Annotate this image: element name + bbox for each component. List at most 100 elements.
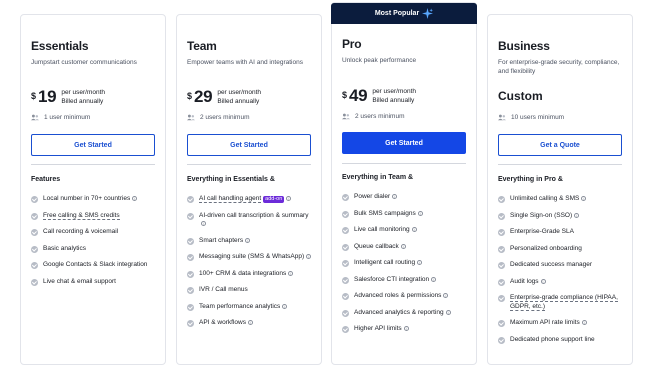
info-icon[interactable]: i xyxy=(574,212,580,218)
feature-item: Enterprise-grade compliance (HIPAA, GDPR… xyxy=(498,294,626,311)
user-minimum: 1 user minimum xyxy=(31,114,90,121)
info-icon[interactable]: i xyxy=(306,254,312,259)
feature-text: Enterprise-Grade SLA xyxy=(510,228,574,235)
feature-text[interactable]: Enterprise-grade compliance (HIPAA, GDPR… xyxy=(510,294,618,311)
feature-text-wrap: Smart chapters i xyxy=(199,237,251,246)
price-meta: per user/month Billed annually xyxy=(217,89,261,106)
check-icon xyxy=(498,196,505,203)
check-icon xyxy=(187,212,194,220)
check-icon xyxy=(187,270,194,278)
get-a-quote-button[interactable]: Get a Quote xyxy=(498,134,622,156)
feature-text-wrap: IVR / Call menus xyxy=(199,286,248,295)
info-icon[interactable]: i xyxy=(417,210,423,216)
info-icon[interactable]: i xyxy=(581,320,587,325)
feature-text: Local number in 70+ countries xyxy=(43,195,131,202)
divider xyxy=(187,164,311,165)
feature-text-wrap: Call recording & voicemail xyxy=(43,228,118,237)
feature-text-wrap: Audit logs i xyxy=(510,278,546,287)
check-icon xyxy=(187,254,194,261)
check-icon xyxy=(342,293,349,300)
check-icon xyxy=(498,320,505,327)
feature-item: AI-driven call transcription & summary i xyxy=(187,212,315,229)
billing-period: Billed annually xyxy=(217,97,260,105)
info-icon[interactable]: i xyxy=(411,227,417,232)
feature-text: Messaging suite (SMS & WhatsApp) xyxy=(199,253,305,260)
feature-text: Salesforce CTI integration xyxy=(354,275,430,283)
users-icon xyxy=(31,114,39,121)
feature-item: Higher API limits i xyxy=(342,325,470,334)
info-icon[interactable]: i xyxy=(445,309,451,315)
check-icon xyxy=(342,309,349,317)
feature-text[interactable]: Free calling & SMS credits xyxy=(43,211,120,220)
check-icon xyxy=(187,237,194,245)
info-icon[interactable]: i xyxy=(282,303,288,309)
check-icon xyxy=(342,194,349,201)
user-minimum: 10 users minimum xyxy=(498,114,564,121)
feature-item: Bulk SMS campaigns i xyxy=(342,210,470,219)
info-icon[interactable]: i xyxy=(443,293,449,298)
info-icon[interactable]: i xyxy=(245,237,251,243)
check-icon xyxy=(342,210,349,218)
feature-text: Live call monitoring xyxy=(354,226,410,233)
check-icon xyxy=(31,212,38,220)
users-icon xyxy=(498,114,506,121)
feature-text-wrap: Advanced analytics & reporting i xyxy=(354,309,451,318)
feature-item: IVR / Call menus xyxy=(187,286,315,295)
info-icon[interactable]: i xyxy=(581,196,587,201)
info-icon[interactable]: i xyxy=(403,326,409,331)
info-icon[interactable]: i xyxy=(247,320,253,325)
feature-text-wrap: Single Sign-on (SSO) i xyxy=(510,212,580,221)
get-started-button[interactable]: Get Started xyxy=(187,134,311,156)
sparkle-icon xyxy=(422,8,434,19)
info-icon[interactable]: i xyxy=(417,260,423,265)
check-icon xyxy=(31,245,38,253)
check-icon xyxy=(342,243,349,251)
feature-text-wrap: Intelligent call routing i xyxy=(354,259,423,268)
check-icon xyxy=(31,229,38,236)
get-started-button[interactable]: Get Started xyxy=(342,132,466,154)
feature-text-wrap: Messaging suite (SMS & WhatsApp) i xyxy=(199,253,312,262)
get-started-button[interactable]: Get Started xyxy=(31,134,155,156)
info-icon[interactable]: i xyxy=(540,278,546,284)
feature-text: Dedicated phone support line xyxy=(510,335,595,343)
feature-item: Team performance analytics i xyxy=(187,303,315,312)
feature-item: Power dialer i xyxy=(342,193,470,202)
price-amount: 19 xyxy=(38,87,57,106)
feature-item: Live call monitoring i xyxy=(342,226,470,235)
info-icon[interactable]: i xyxy=(431,276,437,282)
user-minimum-text: 2 users minimum xyxy=(200,114,250,121)
feature-text-wrap: Dedicated phone support line xyxy=(510,336,595,345)
feature-text-wrap: AI call handling agent add-on i xyxy=(199,195,292,204)
feature-text-wrap: Basic analytics xyxy=(43,245,86,254)
info-icon[interactable]: i xyxy=(288,270,294,276)
feature-item: 100+ CRM & data integrations i xyxy=(187,270,315,279)
info-icon[interactable]: i xyxy=(286,196,292,201)
check-icon xyxy=(498,212,505,220)
divider xyxy=(31,164,155,165)
plan-description: Empower teams with AI and integrations xyxy=(187,59,303,66)
banner-label: Most Popular xyxy=(374,10,420,17)
feature-item: Maximum API rate limits i xyxy=(498,319,626,328)
info-icon[interactable]: i xyxy=(400,243,406,249)
price-unit: per user/month xyxy=(217,89,262,96)
check-icon xyxy=(342,276,349,284)
currency-symbol: $ xyxy=(187,91,193,101)
custom-price: Custom xyxy=(498,89,543,103)
info-icon[interactable]: i xyxy=(132,196,138,201)
plan-card-pro: Most Popular Pro Unlock peak performance… xyxy=(331,2,477,365)
feature-text: API & workflows xyxy=(199,319,246,326)
feature-item: Dedicated success manager xyxy=(498,261,626,270)
feature-item: Enterprise-Grade SLA xyxy=(498,228,626,237)
feature-text: Call recording & voicemail xyxy=(43,228,119,235)
feature-text[interactable]: AI call handling agent xyxy=(199,195,262,203)
feature-text-wrap: Bulk SMS campaigns i xyxy=(354,210,423,219)
check-icon xyxy=(187,303,194,311)
info-icon[interactable]: i xyxy=(201,221,206,226)
feature-text: 100+ CRM & data integrations xyxy=(199,269,287,277)
feature-list: Power dialer i Bulk SMS campaigns i Live cal… xyxy=(342,193,470,342)
feature-item: API & workflows i xyxy=(187,319,315,328)
plan-description: Jumpstart customer communications xyxy=(31,59,137,66)
currency-symbol: $ xyxy=(31,91,37,101)
info-icon[interactable]: i xyxy=(392,194,398,199)
feature-text-wrap: AI-driven call transcription & summary i xyxy=(199,212,315,229)
